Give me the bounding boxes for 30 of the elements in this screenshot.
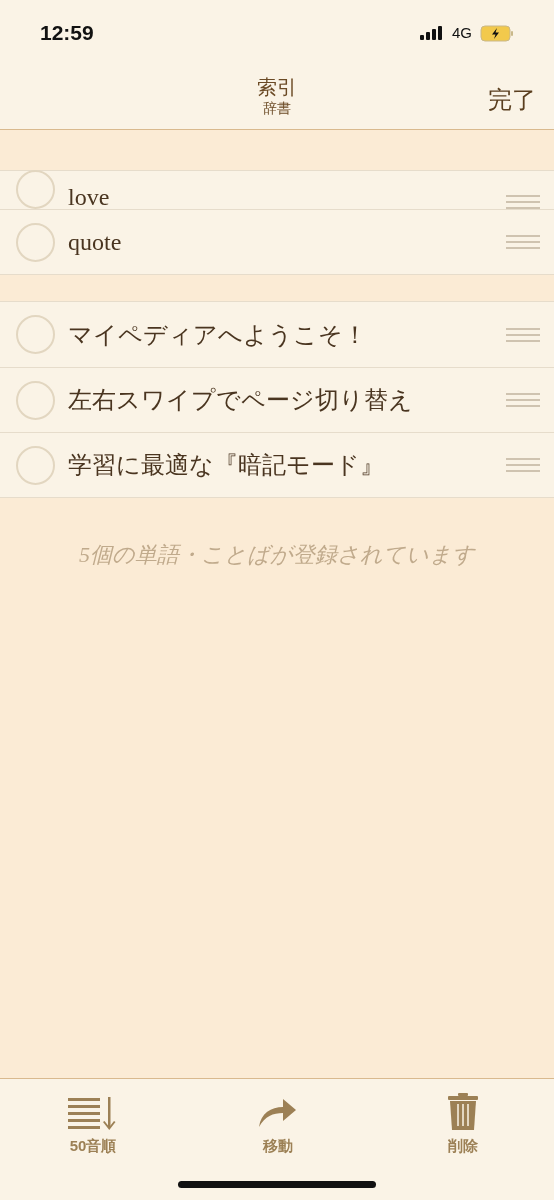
sort-icon: [68, 1097, 118, 1131]
selection-circle[interactable]: [16, 315, 55, 354]
selection-circle[interactable]: [16, 222, 55, 262]
selection-circle[interactable]: [16, 170, 55, 209]
battery-icon: [480, 24, 514, 42]
list-row[interactable]: love: [0, 171, 554, 209]
signal-icon: [420, 26, 444, 40]
reorder-handle-icon[interactable]: [506, 458, 540, 472]
status-time: 12:59: [40, 20, 94, 47]
network-label: 4G: [452, 22, 472, 43]
trash-icon: [448, 1093, 478, 1131]
item-title: love: [68, 185, 111, 209]
item-title: 学習に最適な『暗記モード』: [68, 451, 385, 480]
nav-subtitle: 辞書: [263, 99, 291, 118]
reorder-handle-icon[interactable]: [506, 393, 540, 407]
done-button[interactable]: 完了: [488, 82, 536, 118]
list-row[interactable]: マイペディアへようこそ！: [0, 302, 554, 367]
item-title: マイペディアへようこそ！: [68, 320, 368, 350]
word-count-text: 5個の単語・ことばが登録されています: [78, 541, 477, 569]
list-row[interactable]: 左右スワイプでページ切り替え: [0, 367, 554, 432]
list-row[interactable]: quote: [0, 209, 554, 274]
reorder-handle-icon[interactable]: [506, 235, 540, 249]
item-title: 左右スワイプでページ切り替え: [68, 386, 414, 415]
nav-title: 索引: [257, 76, 297, 98]
item-title: quote: [68, 228, 123, 257]
selection-circle[interactable]: [16, 445, 55, 485]
reorder-handle-icon[interactable]: [506, 195, 540, 209]
selection-circle[interactable]: [16, 380, 55, 420]
reorder-handle-icon[interactable]: [506, 327, 540, 342]
list-row[interactable]: 学習に最適な『暗記モード』: [0, 432, 554, 497]
